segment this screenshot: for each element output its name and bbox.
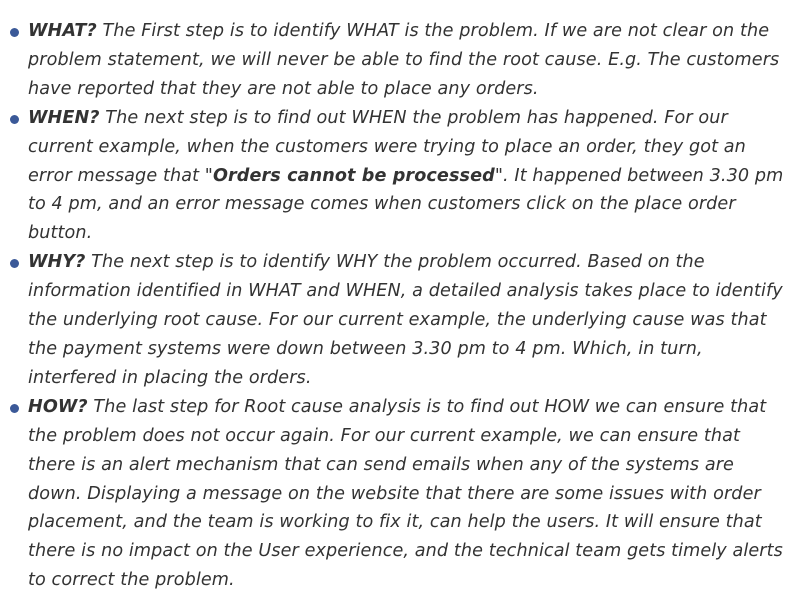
bullet-icon [10, 28, 19, 37]
step-lead-when: WHEN? [28, 107, 100, 128]
step-text-how: The last step for Root cause analysis is… [28, 396, 783, 591]
step-lead-what: WHAT? [28, 21, 97, 41]
list-item-how: HOW? The last step for Root cause analys… [10, 393, 784, 595]
list-item-what: WHAT? The First step is to identify WHAT… [10, 17, 784, 104]
list-item-why: WHY? The next step is to identify WHY th… [10, 248, 784, 393]
document-page: WHAT? The First step is to identify WHAT… [0, 0, 798, 613]
bullet-icon [10, 259, 19, 269]
step-text-what: The First step is to identify WHAT is th… [28, 21, 780, 99]
list-item-when: WHEN? The next step is to find out WHEN … [10, 104, 784, 249]
step-text-why: The next step is to identify WHY the pro… [28, 252, 783, 388]
bullet-icon [10, 114, 19, 124]
bullet-icon [10, 403, 19, 413]
rca-steps-list: WHAT? The First step is to identify WHAT… [0, 17, 798, 595]
step-lead-why: WHY? [28, 252, 86, 273]
error-message-quote: Orders cannot be processed [212, 165, 495, 186]
step-lead-how: HOW? [28, 396, 88, 417]
